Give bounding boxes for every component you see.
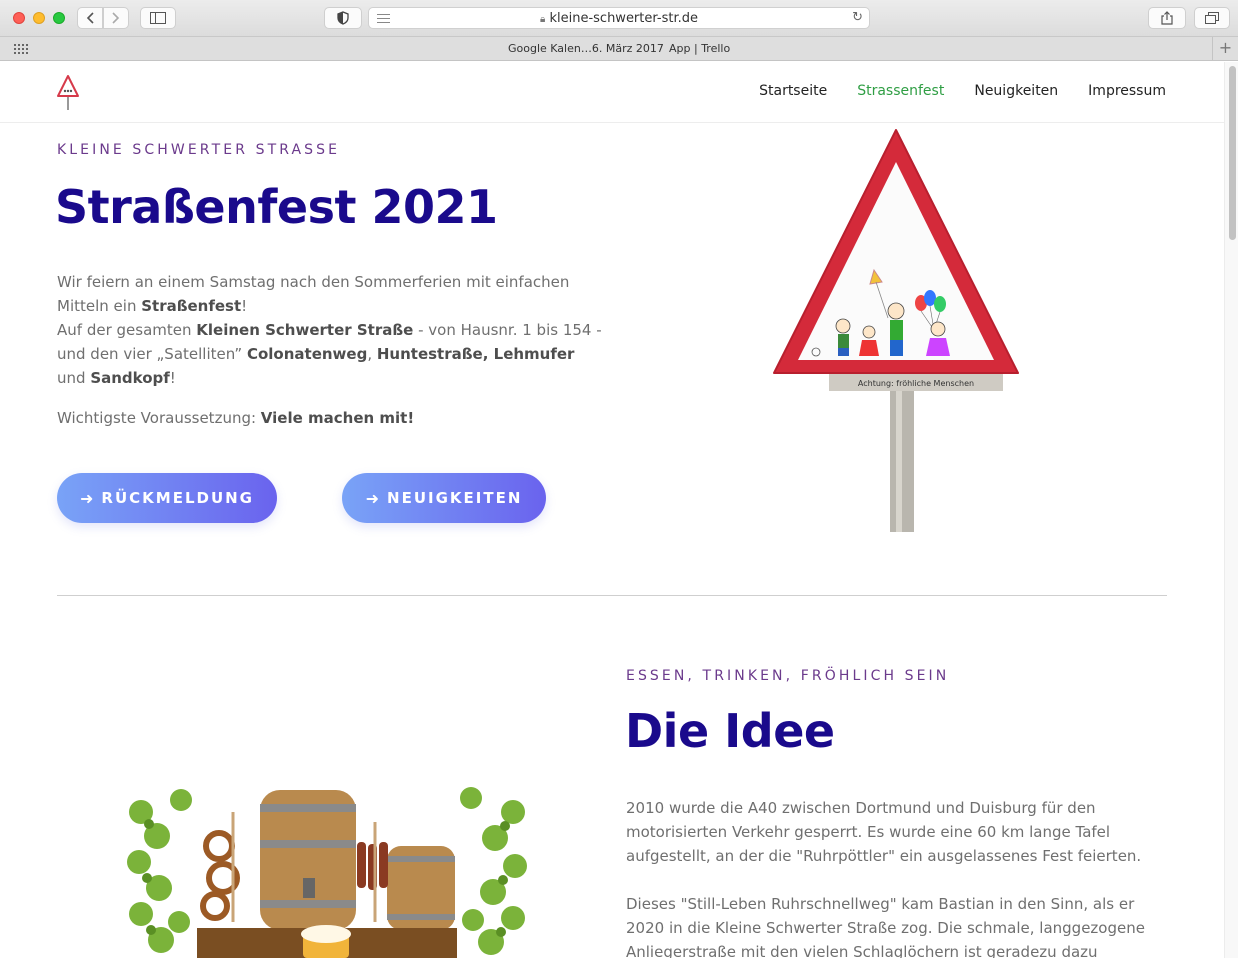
rueckmeldung-button[interactable]: ➜ RÜCKMELDUNG (57, 473, 277, 523)
nav-startseite[interactable]: Startseite (759, 83, 827, 99)
lock-icon: 🔒︎ (540, 14, 546, 25)
back-button[interactable] (77, 7, 103, 29)
nav-strassenfest[interactable]: Strassenfest (857, 83, 944, 99)
nav-neuigkeiten[interactable]: Neuigkeiten (974, 83, 1058, 99)
warning-sign-logo-icon[interactable] (56, 74, 80, 112)
hero-eyebrow: KLEINE SCHWERTER STRASSE (57, 142, 341, 158)
address-bar[interactable]: 🔒︎ kleine-schwerter-str.de ↻ (368, 7, 870, 29)
bookmarks-bar: Google Kalen…6. März 2017 App | Trello + (0, 37, 1238, 61)
sidebar-toggle-button[interactable] (140, 7, 176, 29)
page-scrollbar[interactable] (1224, 62, 1238, 958)
tab-overview-button[interactable] (1194, 7, 1230, 29)
web-page: Startseite Strassenfest Neuigkeiten Impr… (0, 62, 1224, 958)
bookmark-trello[interactable]: App | Trello (669, 42, 730, 55)
reload-icon[interactable]: ↻ (852, 10, 863, 25)
hero-title: Straßenfest 2021 (55, 180, 498, 234)
main-nav: Startseite Strassenfest Neuigkeiten Impr… (759, 83, 1166, 99)
idea-title: Die Idee (625, 704, 835, 758)
shield-icon (337, 11, 349, 25)
new-tab-button[interactable]: + (1212, 37, 1238, 61)
hero-paragraph-2: Auf der gesamten Kleinen Schwerter Straß… (57, 321, 602, 387)
grid-icon[interactable] (14, 44, 30, 54)
url-text: 🔒︎ kleine-schwerter-str.de (540, 11, 698, 26)
sidebar-icon (150, 12, 166, 24)
browser-titlebar: 🔒︎ kleine-schwerter-str.de ↻ (0, 0, 1238, 37)
chevron-left-icon (86, 12, 94, 24)
neuigkeiten-button[interactable]: ➜ NEUIGKEITEN (342, 473, 546, 523)
hero-intro-text: Wir feiern an einem Samstag nach den Som… (57, 270, 605, 390)
hero-paragraph-3: Wichtigste Voraussetzung: Viele machen m… (57, 409, 415, 427)
arrow-right-icon: ➜ (80, 488, 94, 508)
close-window-button[interactable] (13, 12, 25, 24)
warning-sign-illustration: Achtung: fröhliche Menschen (773, 129, 1019, 532)
site-navbar: Startseite Strassenfest Neuigkeiten Impr… (0, 62, 1224, 123)
idea-paragraph-2: Dieses "Still-Leben Ruhrschnellweg" kam … (626, 895, 1145, 958)
minimize-window-button[interactable] (33, 12, 45, 24)
idea-eyebrow: ESSEN, TRINKEN, FRÖHLICH SEIN (626, 668, 950, 684)
scrollbar-thumb[interactable] (1229, 66, 1236, 240)
bookmark-google-calendar[interactable]: Google Kalen…6. März 2017 (508, 42, 664, 55)
forward-button[interactable] (103, 7, 129, 29)
privacy-report-button[interactable] (324, 7, 362, 29)
arrow-right-icon: ➜ (365, 488, 380, 508)
share-icon (1161, 11, 1173, 25)
share-button[interactable] (1148, 7, 1186, 29)
section-divider (57, 595, 1167, 596)
hero-paragraph-1: Wir feiern an einem Samstag nach den Som… (57, 273, 570, 315)
zoom-window-button[interactable] (53, 12, 65, 24)
chevron-right-icon (112, 12, 120, 24)
idea-paragraph-1: 2010 wurde die A40 zwischen Dortmund und… (626, 799, 1142, 865)
tabs-icon (1205, 12, 1219, 24)
nav-impressum[interactable]: Impressum (1088, 83, 1166, 99)
beer-barrels-image (127, 782, 527, 958)
sign-caption: Achtung: fröhliche Menschen (858, 379, 974, 388)
